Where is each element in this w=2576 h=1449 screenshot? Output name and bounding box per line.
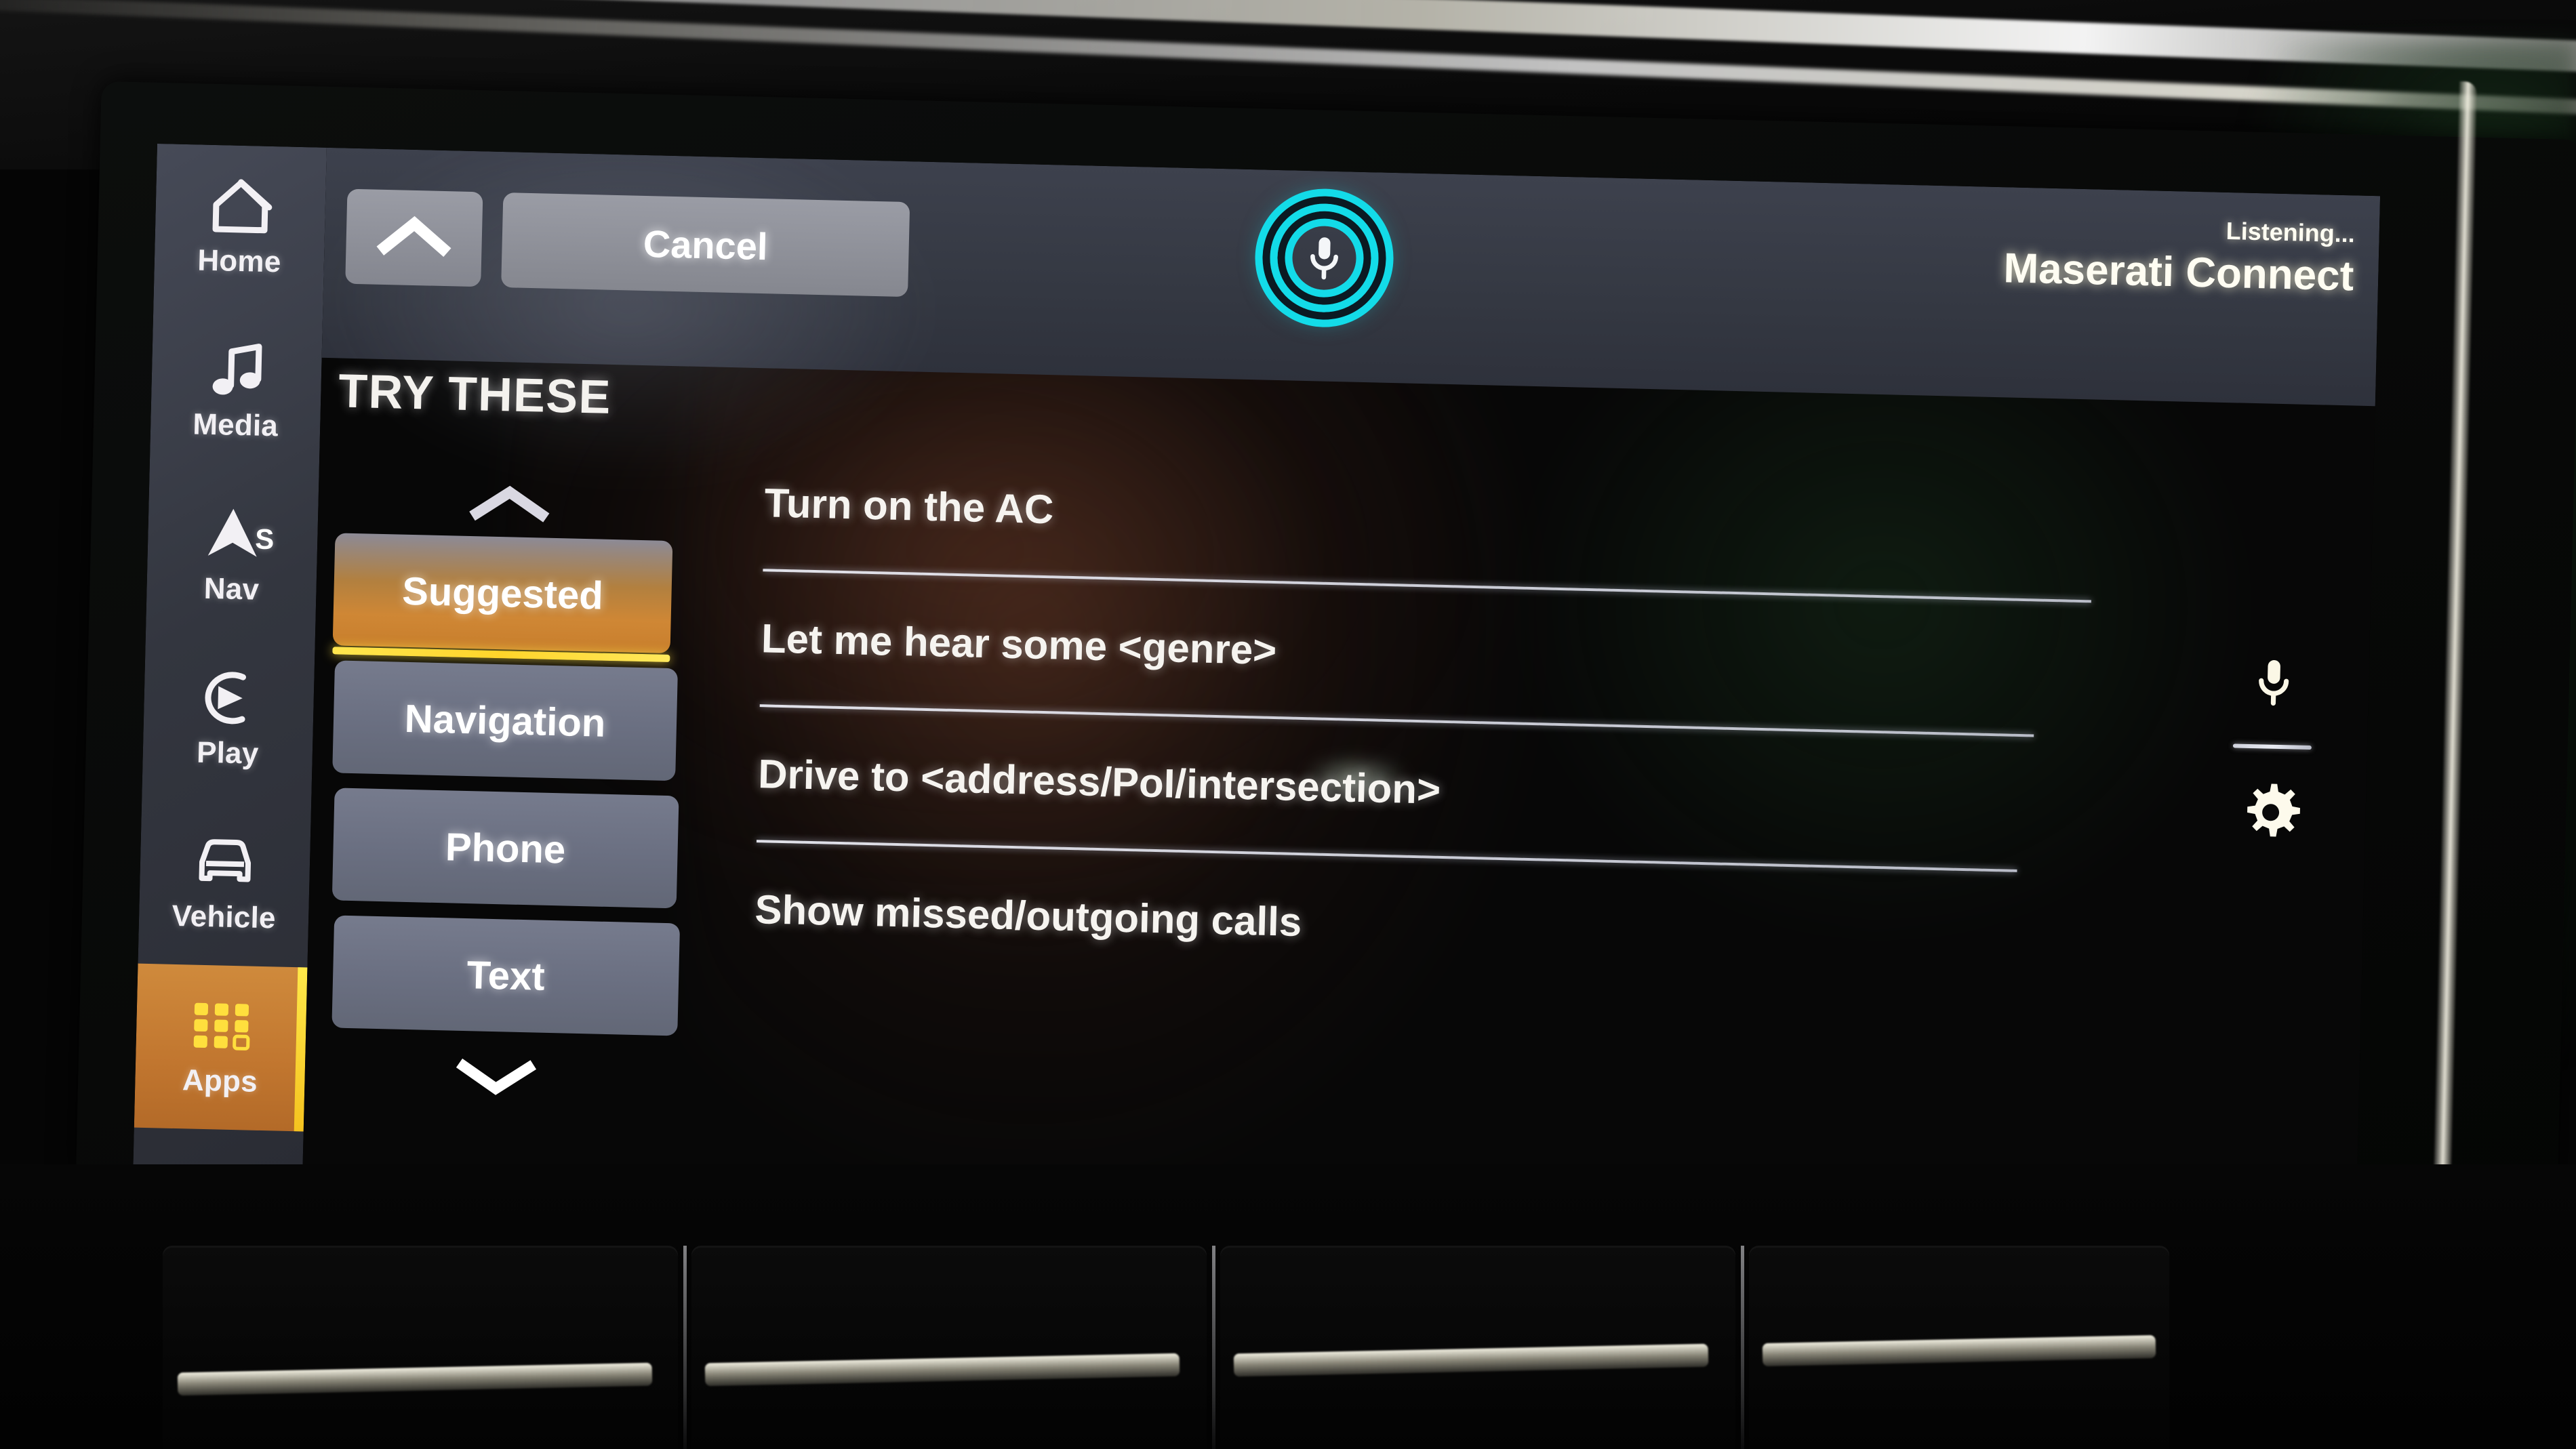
sidebar-item-label: Vehicle bbox=[172, 899, 277, 935]
list-divider bbox=[763, 569, 2091, 603]
dashboard-lower-panel bbox=[0, 1164, 2576, 1449]
chevron-down-icon bbox=[455, 1055, 538, 1103]
sidebar-item-media[interactable]: Media bbox=[150, 308, 323, 476]
infotainment-screen: Home Media S Nav Play Vehicle Apps Cance… bbox=[132, 144, 2381, 1233]
sidebar-item-apps[interactable]: Apps bbox=[134, 963, 308, 1132]
sidebar-item-vehicle[interactable]: Vehicle bbox=[138, 800, 311, 968]
voice-assistant-panel: Cancel Listening... Maserati Connect TRY… bbox=[302, 144, 2381, 1233]
vent-separator bbox=[683, 1246, 687, 1449]
category-tab-phone[interactable]: Phone bbox=[331, 788, 679, 909]
assistant-name: Maserati Connect bbox=[2003, 245, 2355, 300]
gear-icon bbox=[2247, 783, 2300, 837]
music-note-icon bbox=[202, 340, 271, 400]
cancel-button[interactable]: Cancel bbox=[501, 192, 910, 298]
page-title: TRY THESE bbox=[338, 364, 612, 424]
suggestion-text: Turn on the AC bbox=[763, 480, 1055, 533]
air-vent bbox=[163, 1246, 678, 1449]
sidebar-item-label: Apps bbox=[182, 1063, 258, 1099]
category-scroll-down-button[interactable] bbox=[319, 1042, 673, 1116]
microphone-listening-icon[interactable] bbox=[1268, 202, 1380, 314]
car-front-icon bbox=[190, 832, 260, 891]
sidebar-item-play[interactable]: Play bbox=[142, 636, 315, 804]
list-divider bbox=[756, 840, 2017, 872]
microphone-icon bbox=[2259, 659, 2289, 706]
category-scroll-up-button[interactable] bbox=[333, 468, 687, 541]
chevron-up-icon bbox=[468, 480, 551, 529]
sidebar-item-label: Home bbox=[197, 243, 282, 279]
sidebar-nav-rail[interactable]: Home Media S Nav Play Vehicle Apps bbox=[132, 144, 327, 1185]
collapse-button[interactable] bbox=[345, 188, 483, 287]
suggestion-text: Let me hear some <genre> bbox=[761, 615, 1277, 674]
photograph-of-car-interior: Home Media S Nav Play Vehicle Apps Cance… bbox=[0, 0, 2576, 1449]
suggestion-text: Show missed/outgoing calls bbox=[754, 886, 1302, 945]
category-tab-text[interactable]: Text bbox=[331, 915, 681, 1036]
home-icon bbox=[206, 176, 275, 236]
vent-separator bbox=[1741, 1246, 1744, 1449]
suggestion-list: Turn on the AC Let me hear some <genre> … bbox=[752, 470, 2188, 1045]
sidebar-item-home[interactable]: Home bbox=[153, 144, 327, 312]
suggestion-text: Drive to <address/PoI/intersection> bbox=[757, 751, 1441, 813]
sidebar-item-label: Play bbox=[196, 735, 260, 771]
vent-separator bbox=[1212, 1246, 1215, 1449]
sidebar-nav-badge: S bbox=[254, 523, 275, 556]
sidebar-item-nav[interactable]: S Nav bbox=[146, 472, 319, 640]
voice-status: Listening... Maserati Connect bbox=[2003, 211, 2355, 300]
category-list: Suggested Navigation Phone Text bbox=[319, 468, 687, 1116]
category-tab-navigation[interactable]: Navigation bbox=[332, 660, 678, 781]
sidebar-item-label: Nav bbox=[203, 571, 260, 607]
air-vent bbox=[691, 1246, 1207, 1449]
voice-input-button[interactable] bbox=[2219, 653, 2329, 715]
sidebar-item-label: Media bbox=[192, 407, 279, 443]
right-action-rail bbox=[2215, 653, 2329, 850]
listening-status-text: Listening... bbox=[2226, 216, 2356, 248]
list-divider bbox=[759, 704, 2034, 737]
settings-button[interactable] bbox=[2215, 779, 2325, 850]
chevron-up-icon bbox=[376, 211, 452, 264]
rail-divider bbox=[2232, 743, 2312, 750]
apps-grid-icon bbox=[186, 996, 256, 1055]
category-tab-suggested[interactable]: Suggested bbox=[332, 533, 673, 654]
carplay-icon bbox=[195, 668, 264, 728]
